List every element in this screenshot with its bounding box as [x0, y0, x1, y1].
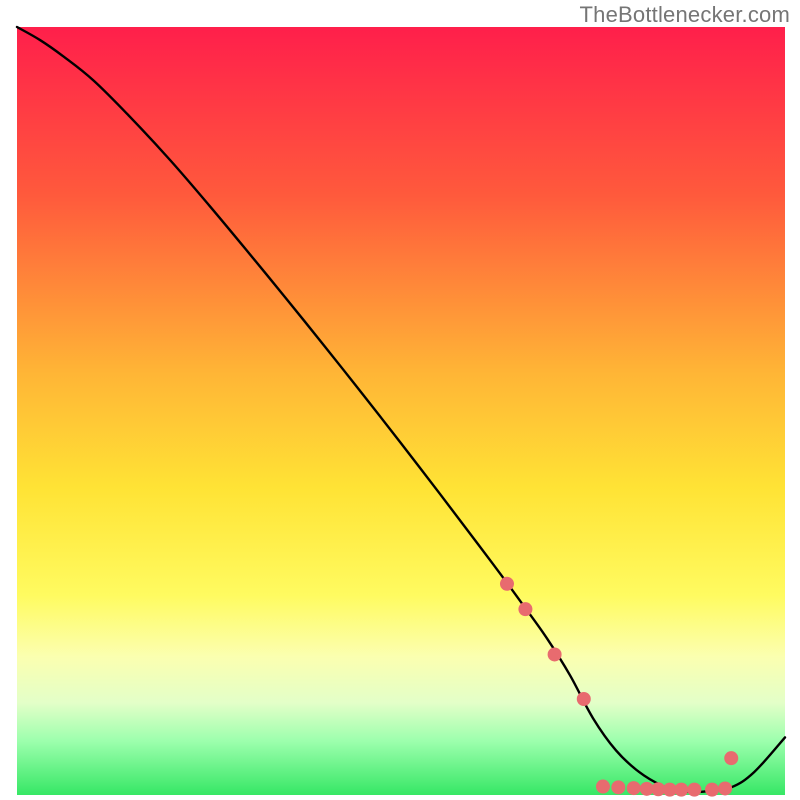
- marker-dot: [611, 780, 625, 794]
- marker-dot: [500, 577, 514, 591]
- marker-dot: [705, 783, 719, 797]
- chart-svg: [17, 27, 785, 795]
- marker-dot: [548, 647, 562, 661]
- marker-group: [500, 577, 738, 797]
- curve-line: [17, 27, 785, 792]
- marker-dot: [674, 783, 688, 797]
- marker-dot: [577, 692, 591, 706]
- marker-dot: [724, 751, 738, 765]
- marker-dot: [596, 780, 610, 794]
- attribution-text: TheBottlenecker.com: [580, 2, 790, 28]
- marker-dot: [718, 781, 732, 795]
- marker-dot: [627, 781, 641, 795]
- chart-canvas: { "attribution": "TheBottlenecker.com", …: [0, 0, 800, 800]
- marker-dot: [687, 783, 701, 797]
- marker-dot: [518, 602, 532, 616]
